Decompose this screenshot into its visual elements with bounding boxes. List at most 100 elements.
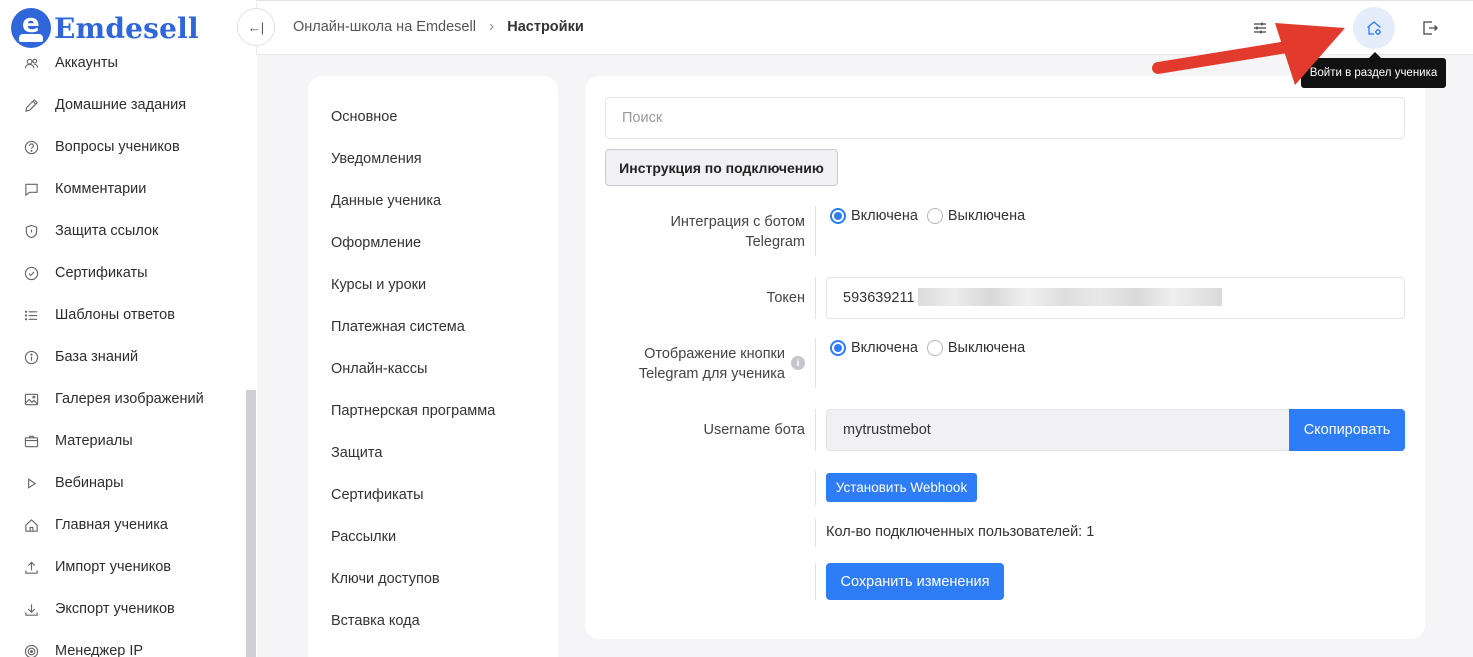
target-icon <box>22 642 40 657</box>
sidebar-item-label: Материалы <box>55 433 133 449</box>
sidebar-item-materials[interactable]: Материалы <box>0 420 245 462</box>
sidebar-item-label: Аккаунты <box>55 55 118 71</box>
badge-check-icon <box>22 264 40 282</box>
sidebar-item-label: Вопросы учеников <box>55 139 180 155</box>
radio-unchecked[interactable] <box>926 340 943 356</box>
settings-menu-item[interactable]: Вставка кода <box>331 613 420 629</box>
settings-menu-item[interactable]: Партнерская программа <box>331 403 495 419</box>
image-icon <box>22 390 40 408</box>
breadcrumb-separator: › <box>488 18 495 35</box>
collapse-icon: ←| <box>247 19 265 35</box>
token-label: Токен <box>766 290 805 306</box>
upload-icon <box>22 558 40 576</box>
radio-unchecked[interactable] <box>926 208 943 224</box>
sidebar-item-label: Шаблоны ответов <box>55 307 175 323</box>
pencil-icon <box>22 96 40 114</box>
list-icon <box>22 306 40 324</box>
radio-checked[interactable] <box>830 208 846 224</box>
integration-off-option[interactable]: Выключена <box>926 208 1026 224</box>
question-icon <box>22 138 40 156</box>
integration-label-line1: Интеграция с ботом <box>670 214 805 230</box>
integration-off-label: Выключена <box>947 208 1026 224</box>
display-off-label: Выключена <box>947 340 1026 356</box>
info-icon[interactable]: i <box>791 356 805 370</box>
settings-menu-item[interactable]: Основное <box>331 109 397 125</box>
student-area-button[interactable] <box>1353 7 1395 49</box>
settings-menu-item[interactable]: Платежная система <box>331 319 465 335</box>
save-changes-button[interactable]: Сохранить изменения <box>826 563 1004 600</box>
download-icon <box>22 600 40 618</box>
connected-users-count: Кол-во подключенных пользователей: 1 <box>826 524 1095 540</box>
sidebar-item-certificates[interactable]: Сертификаты <box>0 252 245 294</box>
integration-on-label: Включена <box>851 208 918 224</box>
sidebar-item-label: Комментарии <box>55 181 147 197</box>
home-icon <box>22 516 40 534</box>
settings-menu-item[interactable]: Онлайн-кассы <box>331 361 427 377</box>
display-off-option[interactable]: Выключена <box>926 340 1026 356</box>
sidebar-nav: Аккаунты Домашние задания Вопросы ученик… <box>0 42 245 657</box>
sidebar-scrollbar-thumb[interactable] <box>246 390 256 657</box>
settings-menu-item[interactable]: Сертификаты <box>331 487 424 503</box>
radio-checked[interactable] <box>830 340 846 356</box>
sidebar-item-comments[interactable]: Комментарии <box>0 168 245 210</box>
users-icon <box>22 54 40 72</box>
copy-username-button[interactable]: Скопировать <box>1289 409 1405 451</box>
set-webhook-button[interactable]: Установить Webhook <box>826 473 977 502</box>
display-label-line1: Отображение кнопки <box>644 346 785 362</box>
logout-button[interactable] <box>1416 14 1444 42</box>
logout-icon <box>1423 21 1438 35</box>
sidebar-item-image-gallery[interactable]: Галерея изображений <box>0 378 245 420</box>
display-label-line2: Telegram для ученика <box>638 366 785 382</box>
sidebar-item-ip-manager[interactable]: Менеджер IP <box>0 630 245 657</box>
sidebar-item-accounts[interactable]: Аккаунты <box>0 42 245 84</box>
display-radio-group: Включена Выключена <box>830 340 1034 356</box>
integration-radio-group: Включена Выключена <box>830 208 1034 224</box>
sidebar-item-label: Вебинары <box>55 475 124 491</box>
display-on-option[interactable]: Включена <box>830 340 918 356</box>
search-input[interactable] <box>605 97 1405 139</box>
settings-menu-item[interactable]: Курсы и уроки <box>331 277 426 293</box>
sidebar-item-label: Галерея изображений <box>55 391 204 407</box>
integration-label: Интеграция с ботом Telegram <box>615 212 805 252</box>
username-label: Username бота <box>703 422 805 438</box>
shield-icon <box>22 222 40 240</box>
sidebar-item-label: Домашние задания <box>55 97 187 113</box>
sidebar-item-webinars[interactable]: Вебинары <box>0 462 245 504</box>
sidebar-item-student-home[interactable]: Главная ученика <box>0 504 245 546</box>
settings-menu-item[interactable]: Рассылки <box>331 529 396 545</box>
settings-menu-item[interactable]: Оформление <box>331 235 421 251</box>
settings-menu-item[interactable]: Уведомления <box>331 151 422 167</box>
sidebar-item-import-students[interactable]: Импорт учеников <box>0 546 245 588</box>
sidebar-item-homework[interactable]: Домашние задания <box>0 84 245 126</box>
sidebar-item-label: Импорт учеников <box>55 559 171 575</box>
info-icon <box>22 348 40 366</box>
comment-icon <box>22 180 40 198</box>
breadcrumb-current: Настройки <box>507 19 584 35</box>
telegram-settings-panel: Инструкция по подключению Интеграция с б… <box>585 76 1425 639</box>
sidebar-item-reply-templates[interactable]: Шаблоны ответов <box>0 294 245 336</box>
box-icon <box>22 432 40 450</box>
play-icon <box>22 474 40 492</box>
settings-menu: Основное Уведомления Данные ученика Офор… <box>308 76 558 657</box>
connection-instruction-button[interactable]: Инструкция по подключению <box>605 149 838 186</box>
collapse-sidebar-button[interactable]: ←| <box>237 8 275 46</box>
home-gear-icon <box>1367 21 1381 35</box>
sidebar-item-questions[interactable]: Вопросы учеников <box>0 126 245 168</box>
sidebar-item-label: Менеджер IP <box>55 643 144 657</box>
breadcrumb-parent[interactable]: Онлайн-школа на Emdesell <box>293 19 476 35</box>
sidebar-item-link-protection[interactable]: Защита ссылок <box>0 210 245 252</box>
sidebar-item-label: Сертификаты <box>55 265 148 281</box>
settings-menu-item[interactable]: Защита <box>331 445 382 461</box>
sidebar-item-label: Защита ссылок <box>55 223 159 239</box>
settings-menu-item[interactable]: Ключи доступов <box>331 571 440 587</box>
bot-username-field[interactable] <box>826 409 1290 451</box>
sidebar-item-export-students[interactable]: Экспорт учеников <box>0 588 245 630</box>
token-redacted <box>918 288 1222 306</box>
annotation-arrow-icon <box>1152 23 1345 85</box>
settings-menu-item[interactable]: Данные ученика <box>331 193 441 209</box>
sidebar-item-knowledge-base[interactable]: База знаний <box>0 336 245 378</box>
breadcrumb: Онлайн-школа на Emdesell › Настройки <box>293 18 584 36</box>
integration-on-option[interactable]: Включена <box>830 208 918 224</box>
display-on-label: Включена <box>851 340 918 356</box>
integration-label-line2: Telegram <box>745 234 805 250</box>
